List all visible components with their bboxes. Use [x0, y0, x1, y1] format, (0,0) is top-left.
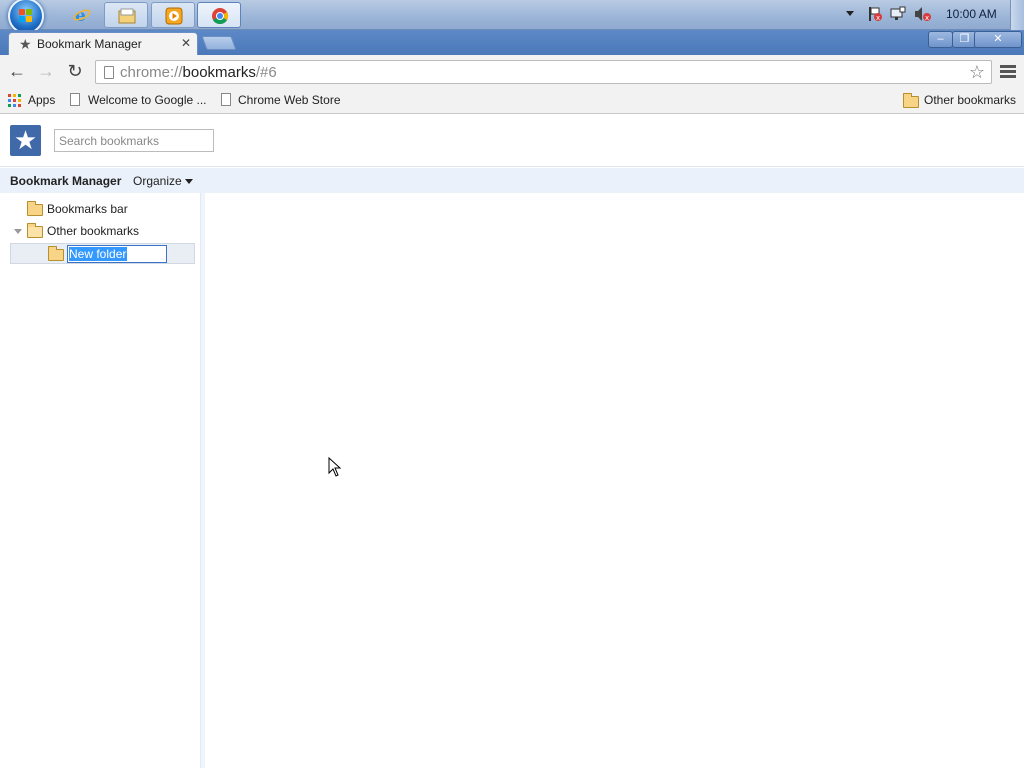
taskbar-clock[interactable]: 10:00 AM — [946, 7, 997, 21]
chrome-taskbar-button[interactable] — [197, 2, 241, 28]
bookmark-star-favicon-icon: ★ — [19, 36, 32, 52]
folder-rename-input[interactable]: New folder — [67, 245, 167, 263]
internet-explorer-icon: e — [73, 6, 91, 24]
folder-icon — [27, 201, 43, 216]
chrome-menu-icon[interactable] — [1000, 65, 1016, 79]
reload-icon[interactable]: ↻ — [64, 61, 86, 83]
tab-close-icon[interactable]: ✕ — [181, 36, 191, 50]
bookmark-star-icon[interactable]: ☆ — [969, 62, 985, 83]
volume-muted-icon[interactable]: x — [914, 6, 932, 22]
tree-item-new-folder[interactable]: New folder — [10, 243, 195, 264]
bookmark-manager-toolbar: Bookmark Manager Organize — [0, 168, 1024, 193]
chrome-icon — [212, 8, 229, 25]
new-tab-button[interactable] — [201, 36, 237, 50]
search-bookmarks-input[interactable] — [54, 129, 214, 152]
minimize-button[interactable]: – — [928, 31, 953, 48]
bookmark-other-bookmarks[interactable]: Other bookmarks — [924, 93, 1016, 107]
tree-item-label: Other bookmarks — [47, 224, 140, 238]
svg-text:x: x — [876, 14, 880, 22]
browser-titlebar: ★ Bookmark Manager ✕ – ❐ ✕ — [0, 30, 1024, 55]
window-close-button[interactable]: ✕ — [974, 31, 1022, 48]
internet-explorer-taskbar-button[interactable]: e — [60, 2, 104, 28]
tree-item-label: Bookmarks bar — [47, 202, 128, 216]
folder-explorer-icon — [118, 8, 136, 24]
open-folder-icon — [27, 223, 43, 238]
page-icon — [70, 93, 80, 106]
bookmark-manager-header: ★ — [0, 115, 1024, 167]
apps-grid-icon — [8, 94, 21, 107]
bookmark-apps[interactable]: Apps — [28, 93, 55, 107]
network-icon[interactable] — [890, 6, 906, 22]
organize-menu-button[interactable]: Organize — [133, 174, 193, 188]
tab-bookmark-manager[interactable]: ★ Bookmark Manager ✕ — [8, 32, 198, 55]
bookmark-list-pane[interactable] — [205, 193, 1024, 768]
bookmark-welcome-to-google[interactable]: Welcome to Google ... — [88, 93, 207, 107]
show-hidden-icons-icon[interactable] — [845, 10, 855, 18]
tree-item-other-bookmarks[interactable]: Other bookmarks — [0, 221, 200, 241]
page-title: Bookmark Manager — [10, 174, 122, 188]
folder-icon — [48, 246, 64, 261]
folder-tree: Bookmarks bar Other bookmarks New folder — [0, 193, 200, 768]
windows-explorer-taskbar-button[interactable] — [104, 2, 148, 28]
back-arrow-icon[interactable]: ← — [6, 61, 28, 83]
show-desktop-button[interactable] — [1010, 0, 1024, 30]
forward-arrow-icon[interactable]: → — [35, 61, 57, 83]
bookmark-chrome-web-store[interactable]: Chrome Web Store — [238, 93, 341, 107]
omnibox[interactable]: chrome://bookmarks/#6 ☆ — [95, 60, 992, 84]
url-text[interactable]: chrome://bookmarks/#6 — [120, 64, 277, 81]
bookmark-manager-logo-icon: ★ — [10, 125, 41, 156]
bookmarks-bar: Apps Welcome to Google ... Chrome Web St… — [0, 88, 1024, 114]
media-player-taskbar-button[interactable] — [151, 2, 195, 28]
windows-flag-icon — [19, 9, 33, 23]
folder-icon — [903, 93, 919, 108]
browser-toolbar: ← → ↻ chrome://bookmarks/#6 ☆ — [0, 55, 1024, 88]
start-button[interactable] — [8, 0, 44, 34]
page-icon — [221, 93, 231, 106]
folder-rename-text: New folder — [69, 247, 127, 261]
mouse-cursor-icon — [328, 457, 342, 477]
action-center-flag-icon[interactable]: x — [867, 6, 883, 22]
windows-taskbar: e x x 10:00 AM — [0, 0, 1024, 34]
tree-item-bookmarks-bar[interactable]: Bookmarks bar — [0, 199, 200, 219]
page-icon — [104, 66, 114, 79]
expand-arrow-icon[interactable] — [14, 229, 22, 234]
media-player-icon — [165, 7, 183, 25]
tab-title: Bookmark Manager — [37, 37, 142, 51]
svg-text:x: x — [925, 14, 929, 22]
